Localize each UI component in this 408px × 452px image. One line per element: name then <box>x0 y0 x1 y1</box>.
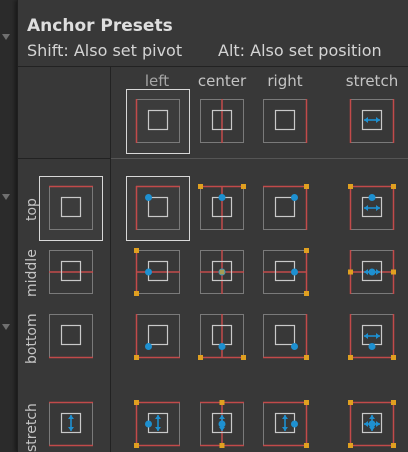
stretch-arrow-icon <box>348 314 396 360</box>
preset-bottom-right[interactable] <box>261 312 309 360</box>
stretch-arrow-icon <box>134 400 180 448</box>
anchor-marker-icon <box>263 184 309 230</box>
stretch-arrow-icon <box>348 250 396 294</box>
preset-top-left[interactable] <box>134 184 182 232</box>
pivot-dot-icon <box>368 194 376 201</box>
preset-stretch-stretch[interactable] <box>348 400 396 448</box>
anchor-marker-icon <box>263 99 308 143</box>
column-button-center[interactable] <box>198 97 246 145</box>
row-header-divider <box>110 67 111 452</box>
stretch-arrow-icon <box>348 400 396 448</box>
anchor-marker-icon <box>134 248 180 296</box>
popup-title: Anchor Presets <box>27 16 173 36</box>
row-button-stretch[interactable] <box>47 400 95 448</box>
pivot-dot-icon <box>368 420 376 428</box>
anchor-marker-icon <box>200 250 244 294</box>
pivot-dot-icon <box>291 268 298 276</box>
pivot-dot-icon <box>368 268 376 276</box>
anchor-marker-icon <box>198 314 246 360</box>
row-button-bottom[interactable] <box>47 312 95 360</box>
corner-divider <box>18 158 110 159</box>
row-button-middle[interactable] <box>47 248 95 296</box>
preset-middle-stretch[interactable] <box>348 248 396 296</box>
pivot-dot-icon <box>368 343 376 350</box>
preset-stretch-center[interactable] <box>198 400 246 448</box>
preset-top-right[interactable] <box>261 184 309 232</box>
preset-stretch-left[interactable] <box>134 400 182 448</box>
column-button-right[interactable] <box>261 97 309 145</box>
stretch-arrow-icon <box>349 99 395 143</box>
stretch-arrow-icon <box>263 400 309 448</box>
column-header-stretch: stretch <box>345 72 399 90</box>
preset-bottom-center[interactable] <box>198 312 246 360</box>
stretch-arrow-icon <box>49 401 93 447</box>
anchor-marker-icon <box>200 99 244 143</box>
preset-top-stretch[interactable] <box>348 184 396 232</box>
pivot-dot-icon <box>145 194 152 201</box>
stretch-arrow-icon <box>348 184 396 230</box>
anchor-marker-icon <box>49 314 93 359</box>
anchor-marker-icon <box>263 248 309 296</box>
anchor-marker-icon <box>134 314 180 360</box>
anchor-marker-icon <box>263 314 309 360</box>
row-header-stretch: stretch <box>24 403 40 452</box>
pivot-dot-icon <box>145 420 152 428</box>
pivot-dot-icon <box>291 194 298 201</box>
column-header-divider <box>110 158 408 159</box>
anchor-marker-icon <box>49 250 93 294</box>
pivot-dot-icon <box>291 420 298 428</box>
shift-hint: Shift: Also set pivot <box>27 41 183 60</box>
anchor-presets-popup: Anchor Presets Shift: Also set pivot Alt… <box>17 0 408 452</box>
pivot-dot-icon <box>145 268 152 276</box>
pivot-dot-icon <box>145 343 152 350</box>
row-button-top[interactable] <box>47 184 95 232</box>
pivot-dot-icon <box>218 343 226 350</box>
anchor-marker-icon <box>135 99 180 143</box>
column-button-left[interactable] <box>134 97 182 145</box>
pivot-dot-icon <box>218 420 226 428</box>
preset-middle-center[interactable] <box>198 248 246 296</box>
background-foldout-arrow <box>2 194 10 200</box>
column-header-center: center <box>197 72 247 90</box>
preset-bottom-stretch[interactable] <box>348 312 396 360</box>
pivot-dot-icon <box>218 194 226 201</box>
row-header-bottom: bottom <box>24 313 40 364</box>
preset-middle-left[interactable] <box>134 248 182 296</box>
column-header-right: right <box>267 72 303 90</box>
alt-hint: Alt: Also set position <box>218 41 382 60</box>
preset-top-center[interactable] <box>198 184 246 232</box>
preset-stretch-right[interactable] <box>261 400 309 448</box>
row-header-top: top <box>24 198 40 221</box>
header-divider <box>18 66 408 67</box>
row-header-middle: middle <box>24 249 40 297</box>
column-button-stretch[interactable] <box>348 97 396 145</box>
stretch-arrow-icon <box>200 400 244 448</box>
anchor-marker-icon <box>49 185 93 230</box>
preset-bottom-left[interactable] <box>134 312 182 360</box>
pivot-dot-icon <box>291 343 298 350</box>
column-header-left: left <box>144 72 170 90</box>
anchor-marker-icon <box>198 184 246 230</box>
background-foldout-arrow <box>2 34 10 40</box>
background-foldout-arrow <box>2 324 10 330</box>
anchor-marker-icon <box>135 185 180 230</box>
preset-middle-right[interactable] <box>261 248 309 296</box>
